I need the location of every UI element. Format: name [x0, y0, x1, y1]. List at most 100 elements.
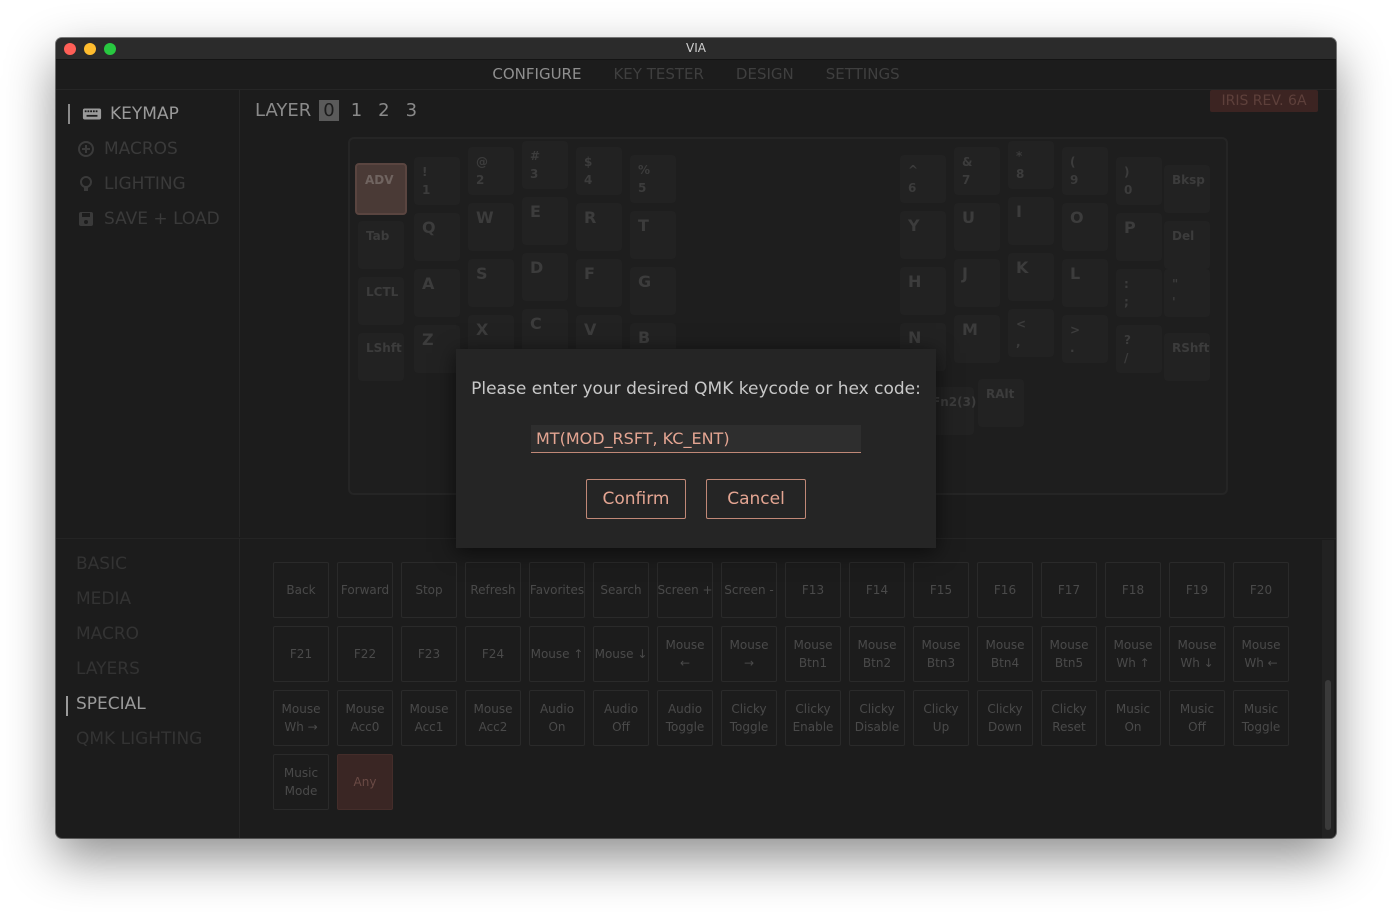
keycode-clicky-disable[interactable]: Clicky Disable	[849, 690, 905, 746]
keycode-mouse-acc1[interactable]: Mouse Acc1	[401, 690, 457, 746]
sidebar-item-keymap[interactable]: KEYMAP	[68, 104, 179, 124]
keycode-mouse-wheel-right[interactable]: Mouse Wh →	[273, 690, 329, 746]
keycode-clicky-up[interactable]: Clicky Up	[913, 690, 969, 746]
key-a[interactable]: A	[414, 269, 460, 317]
keycode-mouse-wheel-up[interactable]: Mouse Wh ↑	[1105, 626, 1161, 682]
key-quote[interactable]: " '	[1164, 269, 1210, 317]
layer-0-button[interactable]: 0	[319, 100, 339, 121]
keycode-mouse-up[interactable]: Mouse ↑	[529, 626, 585, 682]
cancel-button[interactable]: Cancel	[706, 479, 806, 519]
close-window-button[interactable]	[64, 43, 76, 55]
sidebar-item-lighting[interactable]: LIGHTING	[76, 174, 186, 194]
key-g[interactable]: G	[630, 267, 676, 315]
keycode-audio-off[interactable]: Audio Off	[593, 690, 649, 746]
keycode-clicky-enable[interactable]: Clicky Enable	[785, 690, 841, 746]
keycode-mouse-left[interactable]: Mouse ←	[657, 626, 713, 682]
key-d[interactable]: D	[522, 253, 568, 301]
keycode-audio-on[interactable]: Audio On	[529, 690, 585, 746]
keycode-music-toggle[interactable]: Music Toggle	[1233, 690, 1289, 746]
keycode-scrollbar[interactable]	[1322, 540, 1334, 838]
keycode-mouse-wheel-left[interactable]: Mouse Wh ←	[1233, 626, 1289, 682]
tab-layers[interactable]: LAYERS	[76, 659, 140, 679]
keycode-mouse-right[interactable]: Mouse →	[721, 626, 777, 682]
key-rshft[interactable]: RShft	[1164, 333, 1210, 381]
key-lshft[interactable]: LShft	[358, 333, 404, 381]
keycode-screen-down[interactable]: Screen -	[721, 562, 777, 618]
key-9[interactable]: ( 9	[1062, 147, 1108, 195]
nav-settings[interactable]: SETTINGS	[826, 65, 900, 83]
keycode-f24[interactable]: F24	[465, 626, 521, 682]
keycode-f18[interactable]: F18	[1105, 562, 1161, 618]
tab-macro[interactable]: MACRO	[76, 624, 139, 644]
key-5[interactable]: % 5	[630, 155, 676, 203]
keycode-mouse-btn1[interactable]: Mouse Btn1	[785, 626, 841, 682]
nav-design[interactable]: DESIGN	[736, 65, 794, 83]
keycode-any[interactable]: Any	[337, 754, 393, 810]
keycode-mouse-down[interactable]: Mouse ↓	[593, 626, 649, 682]
keycode-f13[interactable]: F13	[785, 562, 841, 618]
key-slash[interactable]: ? /	[1116, 325, 1162, 373]
sidebar-item-save-load[interactable]: SAVE + LOAD	[76, 209, 220, 229]
key-0[interactable]: ) 0	[1116, 157, 1162, 205]
keycode-mouse-btn4[interactable]: Mouse Btn4	[977, 626, 1033, 682]
keycode-stop[interactable]: Stop	[401, 562, 457, 618]
key-i[interactable]: I	[1008, 197, 1054, 245]
layer-1-button[interactable]: 1	[347, 100, 366, 121]
key-3[interactable]: # 3	[522, 141, 568, 189]
keycode-f22[interactable]: F22	[337, 626, 393, 682]
keycode-f20[interactable]: F20	[1233, 562, 1289, 618]
key-f[interactable]: F	[576, 259, 622, 307]
sidebar-item-macros[interactable]: MACROS	[76, 139, 178, 159]
keycode-mouse-btn3[interactable]: Mouse Btn3	[913, 626, 969, 682]
key-t[interactable]: T	[630, 211, 676, 259]
keycode-clicky-reset[interactable]: Clicky Reset	[1041, 690, 1097, 746]
key-w[interactable]: W	[468, 203, 514, 251]
keycode-mouse-acc0[interactable]: Mouse Acc0	[337, 690, 393, 746]
keycode-music-on[interactable]: Music On	[1105, 690, 1161, 746]
layer-3-button[interactable]: 3	[402, 100, 421, 121]
keycode-back[interactable]: Back	[273, 562, 329, 618]
minimize-window-button[interactable]	[84, 43, 96, 55]
keycode-refresh[interactable]: Refresh	[465, 562, 521, 618]
key-ralt[interactable]: RAlt	[978, 379, 1024, 427]
key-r[interactable]: R	[576, 203, 622, 251]
tab-special[interactable]: SPECIAL	[66, 694, 146, 716]
key-bksp[interactable]: Bksp	[1164, 165, 1210, 213]
keycode-f15[interactable]: F15	[913, 562, 969, 618]
keycode-mouse-acc2[interactable]: Mouse Acc2	[465, 690, 521, 746]
tab-media[interactable]: MEDIA	[76, 589, 131, 609]
nav-key-tester[interactable]: KEY TESTER	[613, 65, 703, 83]
key-z[interactable]: Z	[414, 325, 460, 373]
keycode-music-off[interactable]: Music Off	[1169, 690, 1225, 746]
keycode-favorites[interactable]: Favorites	[529, 562, 585, 618]
keycode-input[interactable]	[531, 425, 861, 453]
keycode-f14[interactable]: F14	[849, 562, 905, 618]
keycode-audio-toggle[interactable]: Audio Toggle	[657, 690, 713, 746]
nav-configure[interactable]: CONFIGURE	[492, 65, 581, 83]
keycode-screen-up[interactable]: Screen +	[657, 562, 713, 618]
key-8[interactable]: * 8	[1008, 141, 1054, 189]
layer-2-button[interactable]: 2	[374, 100, 393, 121]
tab-qmk-lighting[interactable]: QMK LIGHTING	[76, 729, 202, 749]
key-o[interactable]: O	[1062, 203, 1108, 251]
keycode-clicky-down[interactable]: Clicky Down	[977, 690, 1033, 746]
zoom-window-button[interactable]	[104, 43, 116, 55]
key-l[interactable]: L	[1062, 259, 1108, 307]
scrollbar-thumb[interactable]	[1325, 680, 1331, 830]
key-comma[interactable]: < ,	[1008, 309, 1054, 357]
keycode-f23[interactable]: F23	[401, 626, 457, 682]
key-k[interactable]: K	[1008, 253, 1054, 301]
keycode-search[interactable]: Search	[593, 562, 649, 618]
keycode-f21[interactable]: F21	[273, 626, 329, 682]
key-semicolon[interactable]: : ;	[1116, 269, 1162, 317]
keycode-mouse-btn2[interactable]: Mouse Btn2	[849, 626, 905, 682]
key-adv[interactable]: ADV	[355, 163, 407, 215]
key-tab[interactable]: Tab	[358, 221, 404, 269]
keycode-mouse-btn5[interactable]: Mouse Btn5	[1041, 626, 1097, 682]
keycode-forward[interactable]: Forward	[337, 562, 393, 618]
key-7[interactable]: & 7	[954, 147, 1000, 195]
confirm-button[interactable]: Confirm	[586, 479, 686, 519]
key-q[interactable]: Q	[414, 213, 460, 261]
key-2[interactable]: @ 2	[468, 147, 514, 195]
key-u[interactable]: U	[954, 203, 1000, 251]
